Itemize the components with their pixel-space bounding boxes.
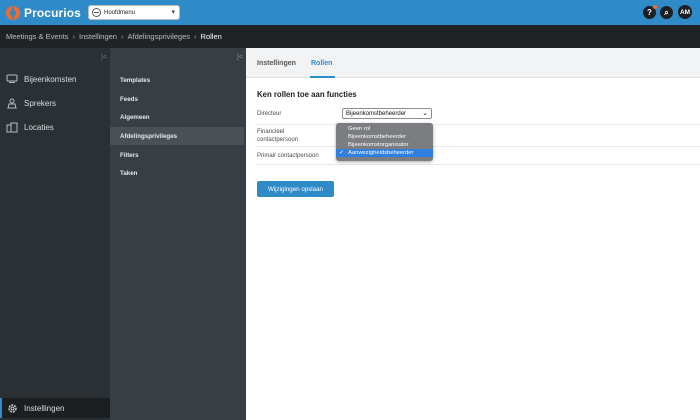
subnav-item-templates[interactable]: Templates: [110, 71, 244, 89]
role-row-label-financial-line2: contactpersoon: [257, 137, 299, 143]
sidebar-item-label: Instellingen: [24, 403, 65, 413]
row-divider: [257, 164, 700, 165]
breadcrumb-current: Rollen: [200, 32, 222, 41]
main-menu-label: Hoofdmenu: [104, 9, 136, 16]
role-row-label-director: Directeur: [257, 111, 282, 117]
notification-dot: [653, 5, 657, 9]
subnav-item-feeds[interactable]: Feeds: [110, 90, 244, 108]
chevron-down-icon: ⌄: [422, 110, 428, 117]
active-tab-indicator: [310, 76, 335, 78]
sidebar-item-meetings[interactable]: Bijeenkomsten: [0, 69, 110, 89]
settings-subnav: |< Templates Feeds Algemeen Afdelingspri…: [110, 48, 246, 420]
subnav-item-department-privileges[interactable]: Afdelingsprivileges: [110, 127, 244, 145]
row-divider: [257, 146, 700, 147]
help-button[interactable]: ?: [643, 5, 657, 19]
globe-icon: [92, 8, 101, 17]
breadcrumb-item-privileges[interactable]: Afdelingsprivileges: [127, 32, 190, 41]
role-select-value: Bijeenkomstbeheerder: [346, 110, 407, 117]
meetings-icon: [6, 73, 18, 85]
logo-text: Procurios: [24, 5, 81, 20]
gear-icon: [6, 402, 18, 414]
sidebar-item-speakers[interactable]: Sprekers: [0, 93, 110, 113]
dropdown-option-meeting-manager[interactable]: Bijeenkomstbeheerder: [336, 133, 433, 141]
search-icon: ⌕: [664, 7, 669, 17]
collapse-subnav-icon[interactable]: |<: [237, 54, 243, 61]
locations-icon: [6, 121, 18, 133]
sidebar-item-label: Bijeenkomsten: [24, 74, 77, 84]
main-content: Instellingen Rollen Ken rollen toe aan f…: [246, 48, 700, 420]
chevron-down-icon: ▾: [171, 9, 175, 16]
option-label: Bijeenkomstorganisator: [348, 142, 409, 148]
avatar[interactable]: AM: [678, 5, 692, 19]
sidebar-item-label: Sprekers: [24, 98, 57, 108]
save-changes-button[interactable]: Wijzigingen opslaan: [257, 181, 334, 197]
subnav-item-filters[interactable]: Filters: [110, 146, 244, 164]
option-label: Geen rol: [348, 126, 371, 132]
breadcrumb: Meetings & Events › Instellingen › Afdel…: [0, 25, 700, 48]
option-label: Bijeenkomstbeheerder: [348, 134, 407, 140]
role-row-label-financial: Financieel contactpersoon: [257, 128, 298, 144]
procurios-logo-icon: [6, 5, 20, 20]
role-row-label-financial-line1: Financieel: [257, 129, 285, 135]
subnav-item-general[interactable]: Algemeen: [110, 108, 244, 126]
sidebar-item-label: Locaties: [24, 122, 54, 132]
speakers-icon: [6, 97, 18, 109]
main-menu-select[interactable]: Hoofdmenu ▾: [88, 5, 180, 20]
tab-bar: Instellingen Rollen: [246, 48, 700, 78]
dropdown-option-meeting-organizer[interactable]: Bijeenkomstorganisator: [336, 141, 433, 149]
breadcrumb-item-meetings[interactable]: Meetings & Events: [6, 32, 69, 41]
section-title: Ken rollen toe aan functies: [257, 90, 357, 99]
dropdown-option-no-role[interactable]: Geen rol: [336, 125, 433, 133]
top-bar: Procurios Hoofdmenu ▾ ? ⌕ AM: [0, 0, 700, 25]
option-label: Aanwezigheidsbeheerder: [348, 150, 414, 156]
search-button[interactable]: ⌕: [660, 6, 673, 19]
role-row-label-primary-contact: Primair contactpersoon: [257, 153, 319, 159]
collapse-sidebar-icon[interactable]: |<: [101, 54, 107, 61]
dropdown-option-attendance-manager[interactable]: ✓ Aanwezigheidsbeheerder: [336, 149, 433, 157]
procurios-logo[interactable]: Procurios: [6, 5, 81, 20]
avatar-initials: AM: [679, 8, 691, 16]
tab-settings[interactable]: Instellingen: [257, 60, 296, 67]
row-divider: [257, 124, 700, 125]
breadcrumb-item-settings[interactable]: Instellingen: [79, 32, 117, 41]
subnav-item-tasks[interactable]: Taken: [110, 164, 244, 182]
tab-roles[interactable]: Rollen: [311, 60, 332, 67]
help-icon: ?: [647, 8, 652, 17]
breadcrumb-separator: ›: [72, 32, 76, 41]
sidebar-item-locations[interactable]: Locaties: [0, 117, 110, 137]
breadcrumb-separator: ›: [120, 32, 124, 41]
checkmark-icon: ✓: [339, 150, 345, 156]
role-select-director[interactable]: Bijeenkomstbeheerder ⌄: [342, 108, 432, 119]
main-sidebar: |< Bijeenkomsten Sprekers Locaties Inste…: [0, 48, 110, 420]
breadcrumb-separator: ›: [194, 32, 197, 41]
role-dropdown-menu: Geen rol Bijeenkomstbeheerder Bijeenkoms…: [336, 123, 433, 161]
sidebar-item-settings[interactable]: Instellingen: [0, 398, 110, 418]
